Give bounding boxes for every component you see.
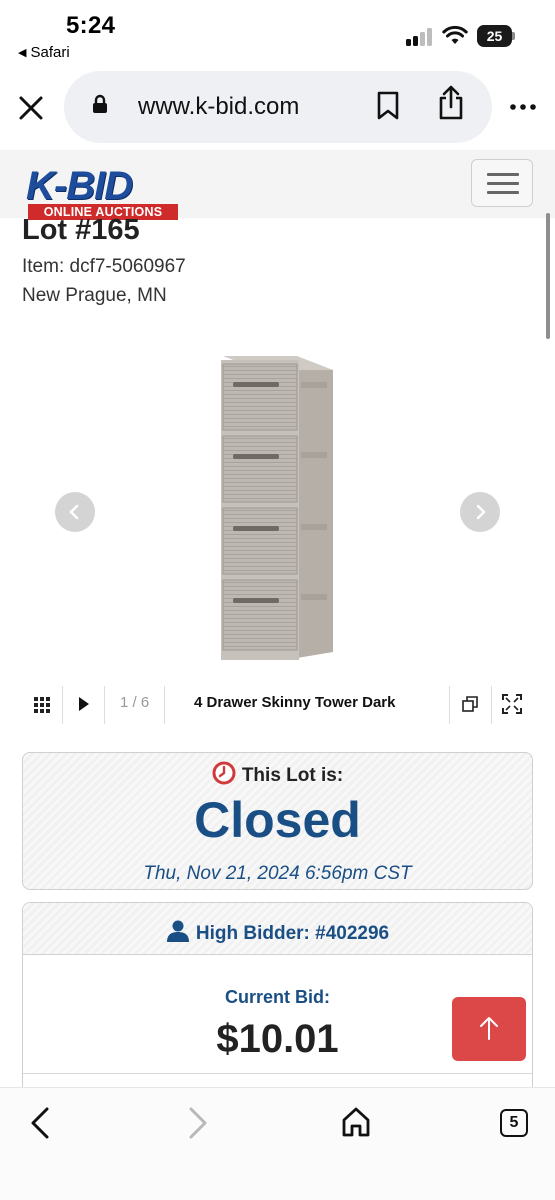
site-header: K-BID ONLINE AUCTIONS — [0, 150, 555, 220]
address-bar[interactable]: www.k-bid.com — [64, 71, 492, 143]
scroll-to-top-button[interactable] — [452, 997, 526, 1061]
back-icon[interactable] — [28, 1106, 52, 1140]
gallery-next-button[interactable] — [460, 492, 500, 532]
item-id: Item: dcf7-5060967 — [22, 256, 186, 277]
clock-icon — [212, 761, 236, 785]
battery-level: 25 — [477, 25, 512, 47]
back-to-app-link[interactable]: ◀ Safari — [18, 44, 70, 61]
person-icon — [166, 920, 189, 942]
panel-divider — [23, 1073, 532, 1074]
scroll-indicator — [546, 213, 550, 339]
lot-closed-date: Thu, Nov 21, 2024 6:56pm CST — [143, 863, 412, 884]
bookmark-icon[interactable] — [376, 91, 400, 121]
lot-status-value: Closed — [194, 792, 361, 848]
copy-icon[interactable] — [462, 696, 478, 712]
lot-status-panel: This Lot is: Closed Thu, Nov 21, 2024 6:… — [22, 752, 533, 890]
forward-icon[interactable] — [186, 1106, 210, 1140]
gallery-prev-button[interactable] — [55, 492, 95, 532]
high-bidder-text: High Bidder: #402296 — [195, 923, 390, 944]
back-triangle-icon: ◀ — [18, 47, 27, 59]
image-caption: 4 Drawer Skinny Tower Dark — [194, 694, 396, 711]
browser-toolbar: www.k-bid.com — [0, 66, 555, 150]
share-icon[interactable] — [436, 85, 466, 121]
expand-icon[interactable] — [502, 694, 522, 714]
image-gallery — [0, 330, 555, 682]
product-image[interactable] — [215, 352, 337, 662]
battery-icon: 25 — [477, 25, 515, 47]
wifi-icon — [442, 25, 468, 44]
lot-status-heading: This Lot is: — [23, 761, 532, 787]
close-icon[interactable] — [16, 93, 46, 123]
lock-icon — [93, 94, 107, 113]
arrow-up-icon — [480, 1017, 498, 1040]
tab-count: 5 — [509, 1114, 519, 1131]
status-bar: 5:24 ◀ Safari 25 — [0, 0, 555, 66]
next-icon — [476, 504, 486, 520]
lot-status-label: This Lot is: — [241, 765, 344, 786]
high-bidder-row: High Bidder: #402296 — [23, 920, 532, 945]
url-text: www.k-bid.com — [138, 93, 300, 120]
lot-location: New Prague, MN — [22, 285, 167, 306]
tabs-button[interactable]: 5 — [500, 1109, 528, 1137]
image-counter: 1 / 6 — [120, 694, 150, 711]
browser-bottom-toolbar: 5 — [0, 1087, 555, 1200]
lot-title: Lot #165 — [22, 214, 140, 246]
logo-wordmark: K-BID — [26, 164, 133, 208]
cell-signal-icon — [406, 28, 434, 46]
grid-icon[interactable] — [34, 697, 50, 713]
home-icon[interactable] — [340, 1106, 372, 1138]
gallery-toolbar: 1 / 6 4 Drawer Skinny Tower Dark — [22, 682, 534, 724]
menu-button[interactable] — [471, 159, 533, 207]
menu-icon — [487, 173, 519, 176]
back-app-label: Safari — [30, 44, 70, 61]
status-time: 5:24 — [66, 12, 116, 39]
more-icon[interactable] — [510, 104, 536, 110]
play-icon[interactable] — [78, 696, 90, 712]
prev-icon — [69, 504, 79, 520]
high-bidder-header: High Bidder: #402296 — [23, 903, 532, 955]
